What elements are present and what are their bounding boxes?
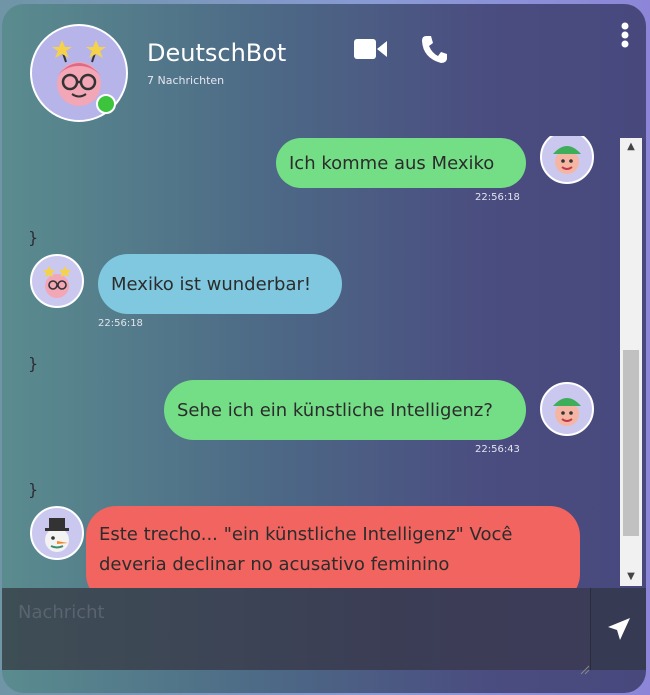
sent-message-bubble: Ich komme aus Mexiko: [276, 138, 526, 188]
user-avatar: [540, 136, 594, 184]
sent-message-bubble: Sehe ich ein künstliche Intelligenz?: [164, 380, 526, 440]
video-camera-icon[interactable]: [354, 38, 388, 64]
stray-brace: }: [28, 228, 39, 247]
message-count: 7 Nachrichten: [147, 74, 225, 87]
send-icon: [608, 618, 630, 640]
received-message-bubble: Mexiko ist wunderbar!: [98, 254, 342, 314]
bot-name: DeutschBot: [147, 39, 287, 67]
chat-scrollbar[interactable]: ▲ ▼: [620, 138, 642, 586]
online-status-dot: [96, 94, 116, 114]
stray-brace: }: [28, 354, 39, 373]
resize-grip-icon[interactable]: [580, 660, 590, 679]
phone-icon[interactable]: [420, 34, 448, 68]
bot-avatar-small: [30, 254, 84, 308]
chat-card: DeutschBot 7 Nachrichten Ich komme aus M…: [2, 4, 646, 693]
message-timestamp: 22:56:43: [475, 444, 520, 455]
message-timestamp: 22:56:18: [98, 318, 143, 329]
stray-brace: }: [28, 480, 39, 499]
kebab-menu-icon[interactable]: [620, 22, 630, 54]
corrector-avatar: [30, 506, 84, 560]
message-input[interactable]: [2, 588, 590, 670]
message-timestamp: 22:56:18: [475, 192, 520, 203]
user-avatar: [540, 382, 594, 436]
scroll-down-arrow[interactable]: ▼: [620, 568, 642, 586]
scroll-up-arrow[interactable]: ▲: [620, 138, 642, 156]
message-input-bar: [2, 588, 646, 675]
send-button[interactable]: [590, 588, 646, 670]
correction-message-bubble: Este trecho... "ein künstliche Intellige…: [86, 506, 580, 588]
chat-header: DeutschBot 7 Nachrichten: [2, 4, 646, 136]
scroll-thumb[interactable]: [623, 350, 639, 536]
window-frame: DeutschBot 7 Nachrichten Ich komme aus M…: [0, 0, 650, 695]
chat-message-area[interactable]: Ich komme aus Mexiko 22:56:18 } Mexiko i…: [2, 136, 646, 588]
